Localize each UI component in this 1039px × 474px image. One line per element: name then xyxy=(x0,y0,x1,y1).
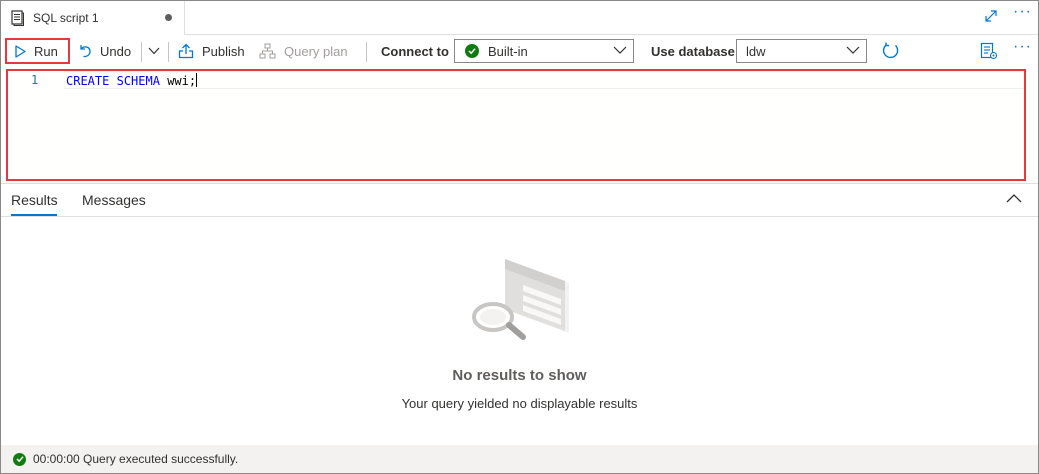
code-line[interactable]: CREATE SCHEMA wwi; xyxy=(64,71,1024,89)
connect-to-dropdown[interactable]: Built-in xyxy=(454,39,634,63)
use-database-label: Use database xyxy=(651,44,735,59)
check-icon xyxy=(465,44,479,58)
more-icon[interactable]: ··· xyxy=(1013,39,1032,55)
run-button[interactable]: Run xyxy=(5,38,70,64)
undo-button[interactable]: Undo xyxy=(78,36,131,66)
results-tabs: Results Messages xyxy=(1,183,1038,217)
toolbar-divider xyxy=(141,42,142,62)
tab-results[interactable]: Results xyxy=(11,192,58,208)
publish-label: Publish xyxy=(202,43,245,59)
query-plan-icon xyxy=(259,43,276,59)
active-tab-indicator xyxy=(11,214,57,216)
undo-dropdown-button[interactable] xyxy=(148,36,160,66)
run-label: Run xyxy=(34,43,58,59)
tab-title: SQL script 1 xyxy=(33,11,99,25)
use-database-value: ldw xyxy=(746,43,766,59)
status-text: 00:00:00 Query executed successfully. xyxy=(33,452,239,466)
toolbar-divider xyxy=(168,42,169,62)
text-cursor xyxy=(196,73,198,87)
search-illustration xyxy=(472,259,569,340)
schema-identifier: wwi; xyxy=(167,74,197,88)
run-icon xyxy=(15,44,26,58)
code-text: CREATE SCHEMA wwi; xyxy=(66,73,198,88)
publish-button[interactable]: Publish xyxy=(178,36,245,66)
keyword-create: CREATE xyxy=(66,74,110,88)
refresh-icon[interactable] xyxy=(881,41,901,61)
publish-icon xyxy=(178,43,194,59)
connect-to-label: Connect to xyxy=(381,44,449,59)
empty-state-subtitle: Your query yielded no displayable result… xyxy=(401,396,638,411)
query-plan-button[interactable]: Query plan xyxy=(259,36,348,66)
status-bar: 00:00:00 Query executed successfully. xyxy=(1,445,1038,473)
properties-icon[interactable] xyxy=(980,42,998,60)
toolbar: Run Undo Publish Query plan Connect to B… xyxy=(1,36,1038,68)
document-icon xyxy=(11,10,24,26)
toolbar-divider xyxy=(366,42,367,62)
tab-strip: SQL script 1 ··· xyxy=(1,1,1038,35)
keyword-schema: SCHEMA xyxy=(116,74,160,88)
sql-editor[interactable]: 1 CREATE SCHEMA wwi; xyxy=(6,69,1026,181)
chevron-down-icon xyxy=(846,46,860,54)
unsaved-indicator xyxy=(165,14,172,21)
chevron-down-icon xyxy=(148,47,160,55)
undo-icon xyxy=(80,45,91,58)
tab-messages[interactable]: Messages xyxy=(82,192,146,208)
connect-to-value: Built-in xyxy=(488,43,528,59)
chevron-down-icon xyxy=(613,46,627,54)
use-database-dropdown[interactable]: ldw xyxy=(736,39,867,63)
expand-icon[interactable] xyxy=(984,9,998,23)
undo-label: Undo xyxy=(100,43,132,59)
results-empty-state: No results to show Your query yielded no… xyxy=(1,218,1038,444)
tab-sql-script[interactable]: SQL script 1 xyxy=(1,1,185,35)
chevron-up-icon[interactable] xyxy=(1005,192,1023,206)
empty-state-title: No results to show xyxy=(452,367,587,384)
query-plan-label: Query plan xyxy=(284,43,348,59)
check-icon xyxy=(13,452,26,466)
more-icon[interactable]: ··· xyxy=(1013,4,1033,23)
line-number: 1 xyxy=(31,73,39,87)
